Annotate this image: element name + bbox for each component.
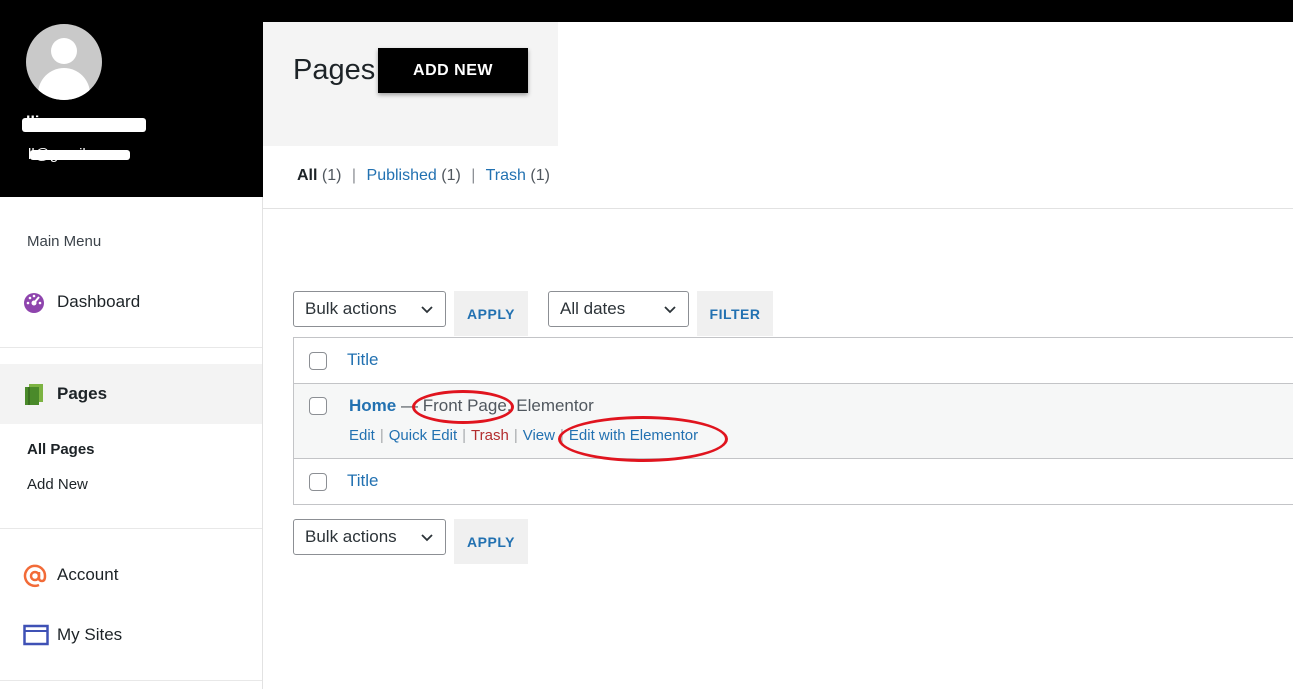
sidebar-item-pages[interactable]: Pages	[0, 364, 262, 424]
table-footer-row: Title	[294, 459, 1293, 505]
status-filter-links: All (1) | Published (1) | Trash (1)	[297, 167, 550, 185]
view-all-link[interactable]: All	[297, 167, 317, 184]
redaction-mark	[22, 118, 146, 132]
pages-icon	[23, 383, 45, 405]
submenu-add-new[interactable]: Add New	[27, 476, 88, 493]
main-menu-heading: Main Menu	[27, 233, 102, 250]
divider	[0, 347, 262, 348]
row-checkbox[interactable]	[309, 397, 327, 415]
sidebar-item-label: Account	[57, 565, 119, 584]
separator: |	[379, 427, 384, 444]
sidebar-item-account[interactable]: Account	[0, 562, 262, 588]
apply-button[interactable]: APPLY	[454, 291, 528, 336]
post-state-elementor: Elementor	[516, 396, 594, 415]
page-title: Pages	[293, 54, 376, 86]
view-published-link[interactable]: Published	[367, 167, 437, 184]
divider	[0, 680, 262, 681]
chevron-down-icon	[421, 534, 433, 542]
quick-edit-link[interactable]: Quick Edit	[389, 427, 457, 444]
avatar[interactable]	[26, 24, 102, 100]
bulk-actions-value: Bulk actions	[305, 527, 397, 546]
apply-button-bottom[interactable]: APPLY	[454, 519, 528, 564]
bulk-actions-select[interactable]: Bulk actions	[293, 291, 446, 327]
view-all-count: (1)	[321, 167, 342, 184]
column-title-footer[interactable]: Title	[347, 471, 379, 491]
annotation-oval-front-page	[412, 390, 514, 424]
chevron-down-icon	[664, 306, 676, 314]
redaction-mark	[30, 150, 130, 160]
submenu-all-pages[interactable]: All Pages	[27, 441, 95, 458]
page-title-link[interactable]: Home	[349, 396, 396, 415]
select-all-checkbox[interactable]	[309, 473, 327, 491]
date-filter-select[interactable]: All dates	[548, 291, 689, 327]
separator: |	[462, 427, 467, 444]
table-header-row: Title	[294, 338, 1293, 384]
separator: |	[471, 167, 476, 184]
edit-link[interactable]: Edit	[349, 427, 375, 444]
dashboard-gauge-icon	[23, 291, 45, 313]
view-trash-link[interactable]: Trash	[486, 167, 526, 184]
sidebar-item-my-sites[interactable]: My Sites	[0, 622, 262, 648]
filter-button[interactable]: FILTER	[697, 291, 773, 336]
view-trash-count: (1)	[530, 167, 550, 184]
divider	[263, 208, 1293, 209]
profile-panel: lliever... ll@gmail.com	[0, 0, 263, 197]
bulk-actions-value: Bulk actions	[305, 299, 397, 318]
sidebar: lliever... ll@gmail.com Main Menu Dashbo…	[0, 0, 263, 689]
chevron-down-icon	[421, 306, 433, 314]
sidebar-item-label: My Sites	[57, 625, 123, 644]
select-all-checkbox[interactable]	[309, 352, 327, 370]
browser-window-icon	[23, 624, 49, 646]
divider	[0, 528, 262, 529]
sidebar-item-label: Pages	[57, 384, 108, 403]
bulk-actions-select-bottom[interactable]: Bulk actions	[293, 519, 446, 555]
view-published-count: (1)	[441, 167, 461, 184]
add-new-button[interactable]: ADD NEW	[378, 48, 528, 93]
column-title-header[interactable]: Title	[347, 350, 379, 370]
sidebar-item-dashboard[interactable]: Dashboard	[0, 288, 262, 316]
separator: |	[351, 167, 357, 184]
trash-link[interactable]: Trash	[471, 427, 509, 444]
view-link[interactable]: View	[523, 427, 555, 444]
annotation-oval-edit-elementor	[558, 416, 728, 462]
date-filter-value: All dates	[560, 299, 626, 318]
at-sign-icon	[23, 564, 47, 588]
sidebar-item-label: Dashboard	[57, 292, 141, 311]
separator: |	[513, 427, 518, 444]
